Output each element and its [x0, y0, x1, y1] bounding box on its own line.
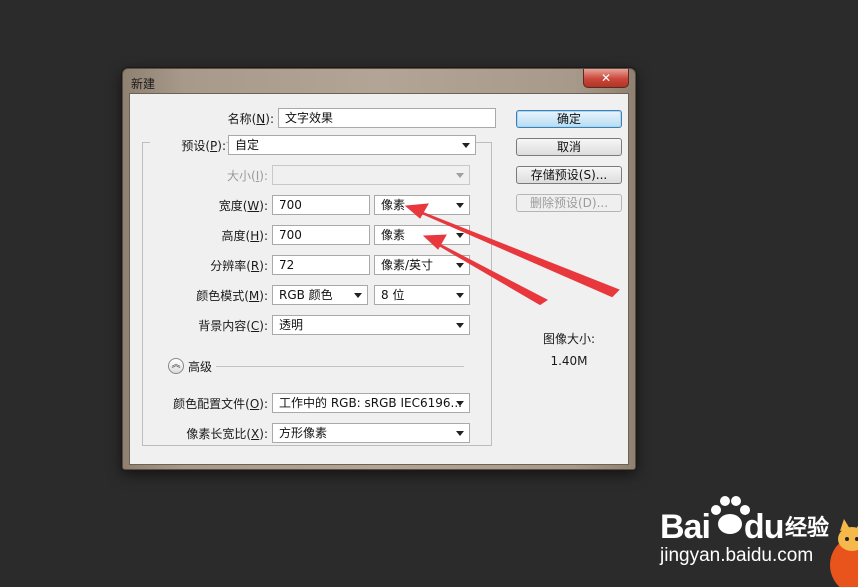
collapse-toggle-icon[interactable]: ︽	[168, 358, 184, 374]
width-label: 宽度(W):	[218, 199, 268, 213]
watermark-url: jingyan.baidu.com	[660, 545, 814, 566]
resolution-unit-select[interactable]: 像素/英寸	[374, 255, 470, 275]
background-select[interactable]: 透明	[272, 315, 470, 335]
delete-preset-button: 删除预设(D)...	[516, 194, 622, 212]
new-document-dialog: 新建 ✕ 名称(N): 文字效果 预设(P): 自定 大小(I): 宽度(W):…	[122, 68, 636, 470]
pixel-aspect-select[interactable]: 方形像素	[272, 423, 470, 443]
ok-button[interactable]: 确定	[516, 110, 622, 128]
save-preset-button[interactable]: 存储预设(S)...	[516, 166, 622, 184]
color-profile-label: 颜色配置文件(O):	[173, 397, 268, 411]
watermark-brand: Bai du	[660, 508, 784, 546]
color-mode-select[interactable]: RGB 颜色	[272, 285, 368, 305]
chevron-down-icon	[456, 431, 464, 436]
name-label: 名称(N):	[227, 112, 274, 126]
height-input[interactable]: 700	[272, 225, 370, 245]
background-label: 背景内容(C):	[198, 319, 268, 333]
chevron-down-icon	[462, 143, 470, 148]
chevron-down-icon	[354, 293, 362, 298]
cancel-button[interactable]: 取消	[516, 138, 622, 156]
mascot-icon	[830, 519, 858, 587]
chevron-down-icon	[456, 401, 464, 406]
name-input[interactable]: 文字效果	[278, 108, 496, 128]
chevron-down-icon	[456, 263, 464, 268]
size-select	[272, 165, 470, 185]
preset-select[interactable]: 自定	[228, 135, 476, 155]
size-label: 大小(I):	[227, 169, 268, 183]
image-size-label: 图像大小:	[542, 332, 596, 346]
resolution-label: 分辨率(R):	[210, 259, 268, 273]
dialog-title: 新建	[131, 77, 156, 91]
color-mode-label: 颜色模式(M):	[196, 289, 268, 303]
color-profile-select[interactable]: 工作中的 RGB: sRGB IEC6196...	[272, 393, 470, 413]
close-button[interactable]: ✕	[583, 69, 629, 88]
chevron-down-icon	[456, 203, 464, 208]
chevron-down-icon	[456, 233, 464, 238]
watermark-suffix: 经验	[785, 516, 830, 541]
height-unit-select[interactable]: 像素	[374, 225, 470, 245]
resolution-input[interactable]: 72	[272, 255, 370, 275]
width-input[interactable]: 700	[272, 195, 370, 215]
image-size-value: 1.40M	[550, 354, 588, 368]
preset-label: 预设(P):	[150, 137, 226, 154]
pixel-aspect-label: 像素长宽比(X):	[186, 427, 268, 441]
chevron-down-icon	[456, 323, 464, 328]
advanced-label: 高级	[188, 360, 213, 374]
chevron-down-icon	[456, 293, 464, 298]
bit-depth-select[interactable]: 8 位	[374, 285, 470, 305]
height-label: 高度(H):	[221, 229, 268, 243]
chevron-down-icon	[456, 173, 464, 178]
width-unit-select[interactable]: 像素	[374, 195, 470, 215]
advanced-divider	[216, 366, 464, 367]
dialog-body: 名称(N): 文字效果 预设(P): 自定 大小(I): 宽度(W): 700 …	[129, 93, 629, 465]
